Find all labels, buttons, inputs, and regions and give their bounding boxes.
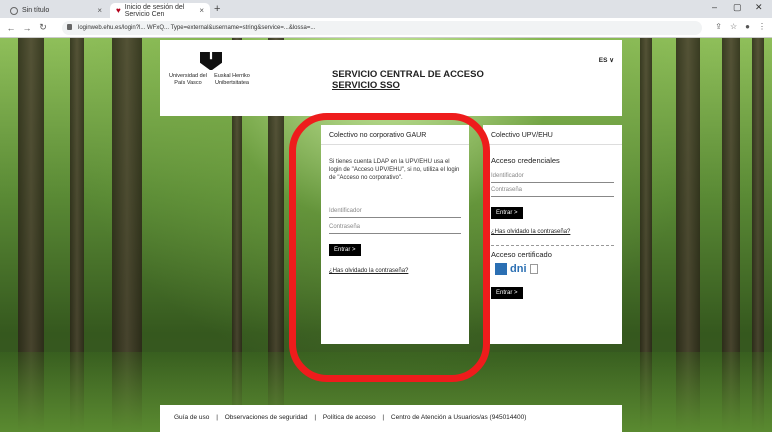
cert-heading: Acceso certificado (491, 250, 552, 259)
back-icon[interactable]: ← (6, 23, 16, 33)
globe-icon (10, 6, 18, 15)
cert-login-button[interactable]: Entrar > (491, 287, 523, 299)
footer-link-security[interactable]: Observaciones de seguridad (225, 414, 308, 421)
footer-link-policy[interactable]: Política de acceso (323, 414, 376, 421)
footer-separator: | (314, 414, 317, 421)
address-bar: ← → ↻ loginweb.ehu.es/login?l... WFxQ...… (0, 18, 772, 38)
favicon-icon: ♥ (116, 6, 121, 15)
close-icon[interactable]: × (199, 6, 204, 15)
page-title: SERVICIO CENTRAL DE ACCESO SERVICIO SSO (332, 69, 484, 91)
chip-card-icon (529, 264, 538, 274)
language-selector[interactable]: ES ∨ (599, 56, 614, 64)
close-icon[interactable]: × (97, 6, 102, 15)
star-icon[interactable]: ☆ (730, 22, 737, 31)
logo-name-es: Universidad del País Vasco (169, 73, 207, 86)
url-input[interactable]: loginweb.ehu.es/login?l... WFxQ... Type=… (62, 21, 702, 35)
university-logo: Universidad del País Vasco Euskal Herrik… (168, 52, 254, 86)
upv-forgot-link[interactable]: ¿Has olvidado la contraseña? (483, 229, 622, 235)
upv-credentials-heading: Acceso credenciales (491, 156, 560, 165)
tab-bar: Sin título × ♥ Inicio de sesión del Serv… (0, 0, 772, 18)
tab-label: Sin título (22, 7, 50, 14)
tab-sso[interactable]: ♥ Inicio de sesión del Servicio Cen × (110, 3, 210, 18)
menu-icon[interactable]: ⋮ (758, 22, 766, 31)
highlight-ring (289, 113, 490, 382)
ehu-logo-icon (200, 52, 222, 70)
header-card: Universidad del País Vasco Euskal Herrik… (160, 40, 622, 116)
title-line-1: SERVICIO CENTRAL DE ACCESO (332, 69, 484, 80)
tab-untitled[interactable]: Sin título × (4, 3, 108, 18)
new-tab-button[interactable]: + (214, 3, 220, 15)
upv-login-button[interactable]: Entrar > (491, 207, 523, 219)
profile-icon[interactable]: ● (745, 22, 750, 31)
upv-username-field[interactable]: Identificador (491, 171, 614, 183)
dni-flag-icon (495, 263, 507, 275)
dni-text: dni (510, 263, 527, 275)
upv-heading: Colectivo UPV/EHU (483, 125, 622, 145)
logo-name-eu: Euskal Herriko Unibertsitatea (214, 73, 250, 86)
dni-logo: dni (495, 263, 622, 275)
share-icon[interactable]: ⇪ (715, 22, 722, 31)
reload-icon[interactable]: ↻ (38, 22, 48, 33)
upv-password-field[interactable]: Contraseña (491, 185, 614, 197)
lock-icon (67, 24, 72, 30)
forward-icon[interactable]: → (22, 23, 32, 33)
upv-login-card: Colectivo UPV/EHU Acceso credenciales Id… (483, 125, 622, 344)
minimize-icon[interactable]: – (712, 2, 717, 12)
title-line-2: SERVICIO SSO (332, 79, 400, 91)
url-text: loginweb.ehu.es/login?l... WFxQ... Type=… (78, 25, 316, 31)
tab-label: Inicio de sesión del Servicio Cen (124, 3, 185, 18)
close-window-icon[interactable]: ✕ (755, 2, 763, 13)
footer: Guía de uso | Observaciones de seguridad… (160, 405, 622, 432)
footer-separator: | (382, 414, 385, 421)
footer-link-support[interactable]: Centro de Atención a Usuarios/as (945014… (391, 414, 527, 421)
footer-separator: | (216, 414, 218, 421)
maximize-icon[interactable]: ▢ (733, 2, 742, 13)
footer-link-guide[interactable]: Guía de uso (174, 414, 209, 421)
